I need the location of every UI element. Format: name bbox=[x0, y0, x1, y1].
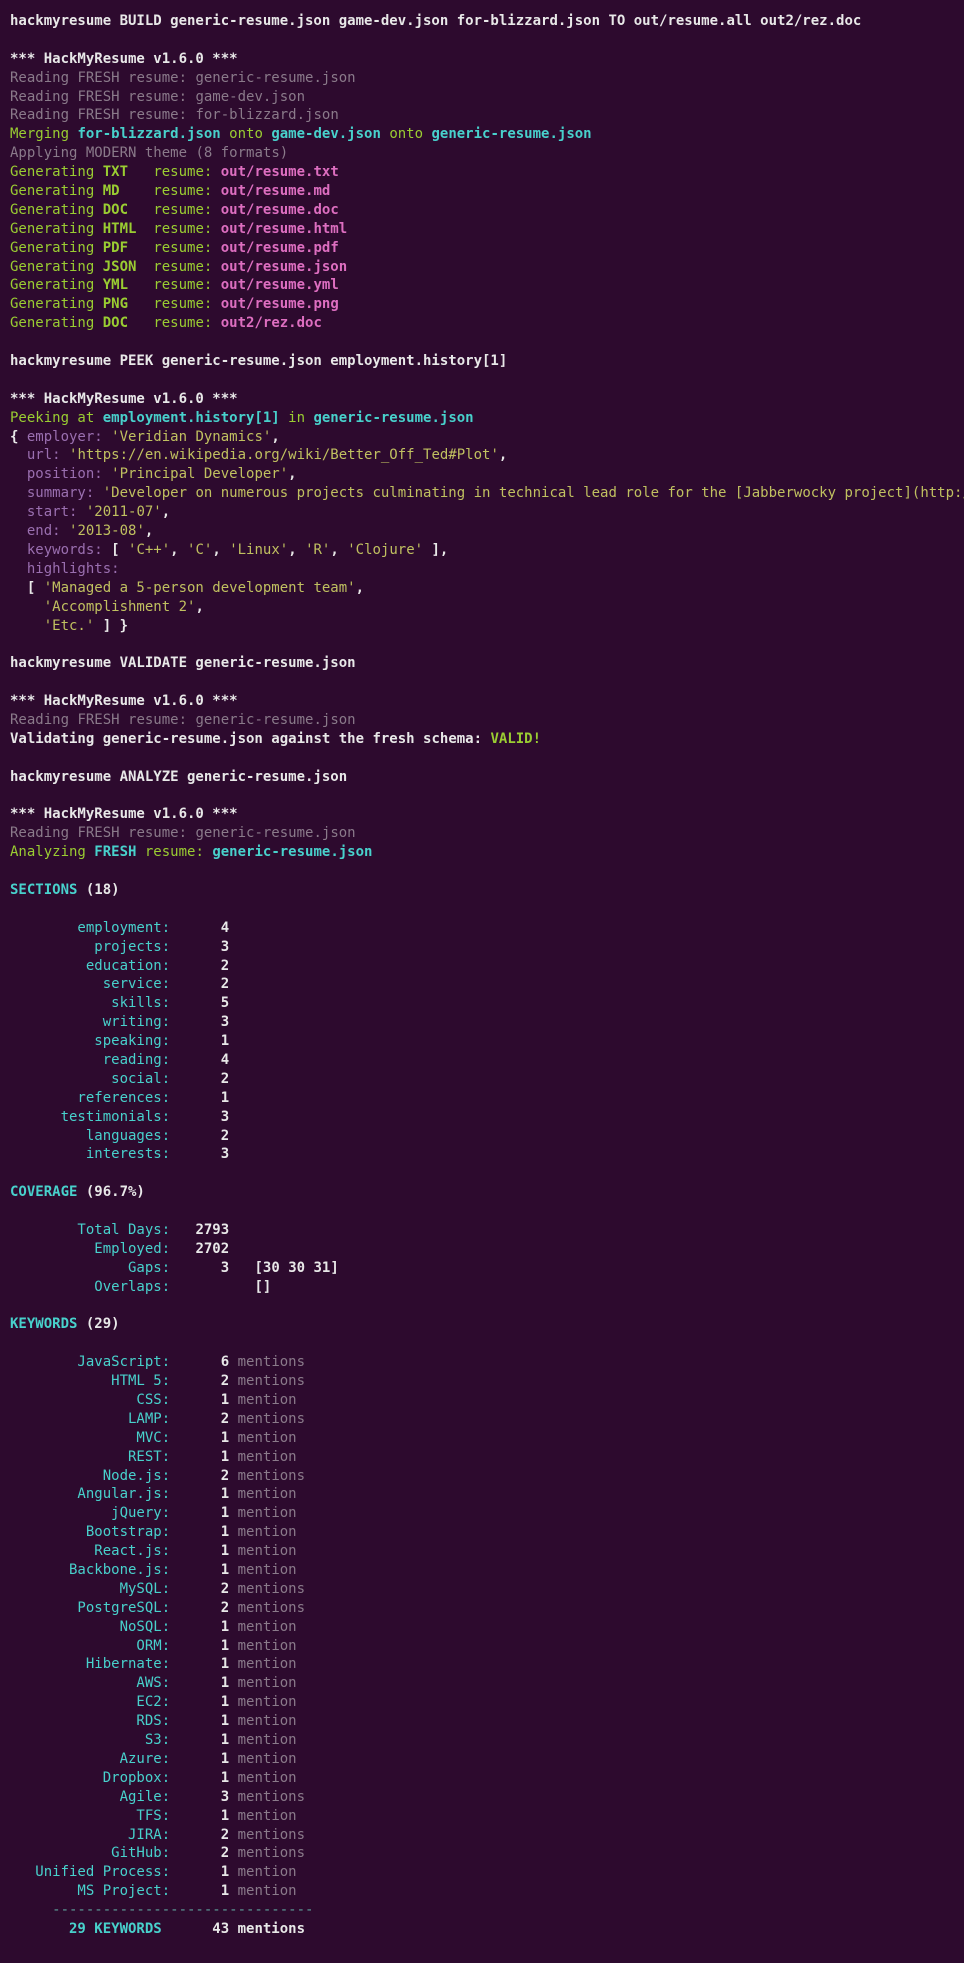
terminal-output: hackmyresume BUILD generic-resume.json g… bbox=[0, 0, 964, 1963]
